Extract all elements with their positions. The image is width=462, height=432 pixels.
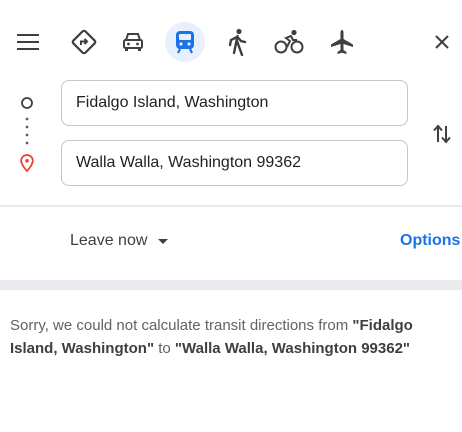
leave-now-label: Leave now <box>70 232 148 249</box>
bicycle-icon <box>274 29 304 54</box>
top-bar <box>0 0 462 82</box>
hamburger-menu-icon[interactable] <box>8 22 48 62</box>
flights-mode-button[interactable] <box>322 22 362 62</box>
leave-now-dropdown[interactable]: Leave now <box>70 232 169 250</box>
options-button[interactable]: Options <box>400 232 460 250</box>
origin-input[interactable]: Fidalgo Island, Washington <box>61 80 408 126</box>
airplane-icon <box>331 30 353 54</box>
section-separator <box>0 280 462 290</box>
cycling-mode-button[interactable] <box>269 22 309 62</box>
no-results-message: Sorry, we could not calculate transit di… <box>10 314 454 360</box>
swap-arrows-icon <box>433 124 451 144</box>
origin-input-value: Fidalgo Island, Washington <box>76 94 269 111</box>
walking-mode-button[interactable] <box>217 22 257 62</box>
swap-origin-destination-button[interactable] <box>424 116 460 152</box>
close-icon[interactable] <box>422 22 462 62</box>
walking-icon <box>228 28 247 56</box>
destination-input-value: Walla Walla, Washington 99362 <box>76 154 301 171</box>
message-connector: to <box>154 340 175 357</box>
best-route-mode-button[interactable] <box>64 22 104 62</box>
route-dots-icon <box>25 117 29 145</box>
driving-mode-button[interactable] <box>113 22 153 62</box>
message-destination: "Walla Walla, Washington 99362" <box>174 340 411 357</box>
route-inputs: Fidalgo Island, Washington Walla Walla, … <box>0 78 462 198</box>
car-icon <box>123 33 143 51</box>
destination-pin-icon <box>20 154 34 172</box>
directions-diamond-icon <box>71 29 97 55</box>
divider <box>0 205 462 207</box>
message-prefix: Sorry, we could not calculate transit di… <box>10 317 353 334</box>
transit-mode-button[interactable] <box>165 22 205 62</box>
destination-input[interactable]: Walla Walla, Washington 99362 <box>61 140 408 186</box>
origin-circle-icon <box>21 97 33 109</box>
dropdown-arrow-icon <box>158 238 169 244</box>
train-icon <box>176 31 194 54</box>
